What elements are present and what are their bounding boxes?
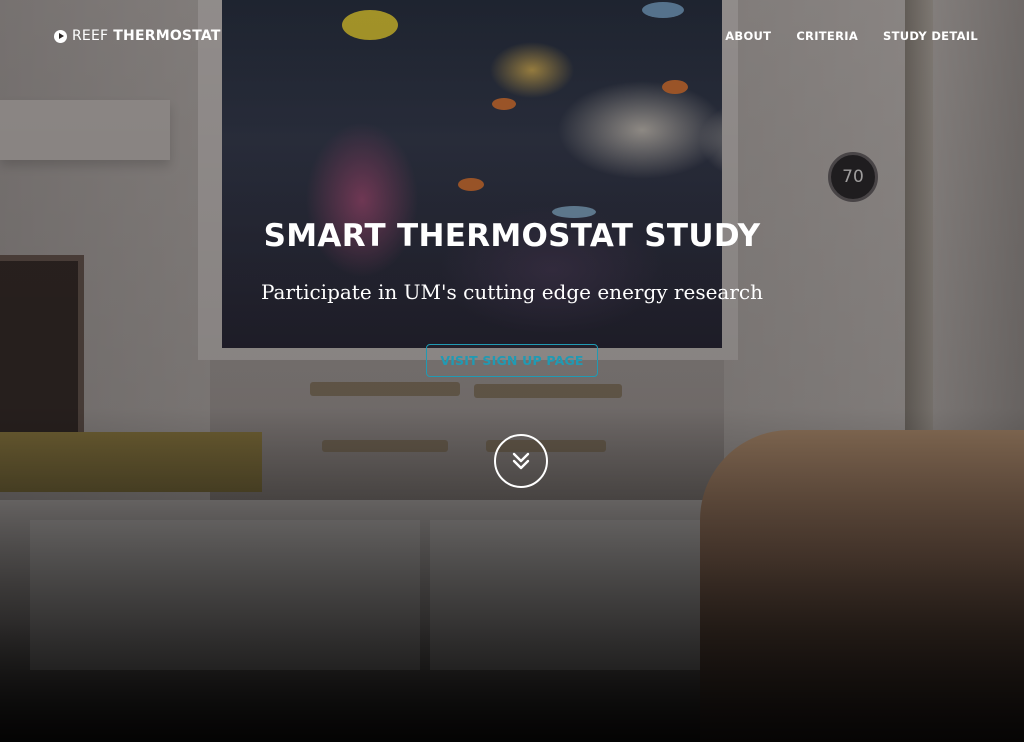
brand-link[interactable]: REEF THERMOSTAT	[54, 28, 221, 44]
scroll-down-button[interactable]	[494, 434, 548, 488]
brand-bold-text: THERMOSTAT	[113, 28, 221, 44]
hero-section: 70 REEF THERMOSTAT ABOUT CRITERIA STUDY …	[0, 0, 1024, 742]
double-chevron-down-icon	[512, 452, 530, 470]
page-title: SMART THERMOSTAT STUDY	[263, 218, 761, 254]
nav-links: ABOUT CRITERIA STUDY DETAIL	[725, 27, 978, 45]
nav-item-study-detail: STUDY DETAIL	[883, 27, 978, 45]
play-circle-icon	[54, 29, 67, 43]
navbar: REEF THERMOSTAT ABOUT CRITERIA STUDY DET…	[0, 0, 1024, 72]
nav-link-about[interactable]: ABOUT	[725, 29, 771, 43]
nav-item-criteria: CRITERIA	[796, 27, 858, 45]
nav-item-about: ABOUT	[725, 27, 771, 45]
nav-link-criteria[interactable]: CRITERIA	[796, 29, 858, 43]
sign-up-button[interactable]: VISIT SIGN UP PAGE	[426, 344, 598, 377]
brand-light-text: REEF	[72, 28, 109, 44]
intro: SMART THERMOSTAT STUDY Participate in UM…	[0, 218, 1024, 377]
intro-subtitle: Participate in UM's cutting edge energy …	[261, 280, 763, 304]
nav-link-study-detail[interactable]: STUDY DETAIL	[883, 29, 978, 43]
